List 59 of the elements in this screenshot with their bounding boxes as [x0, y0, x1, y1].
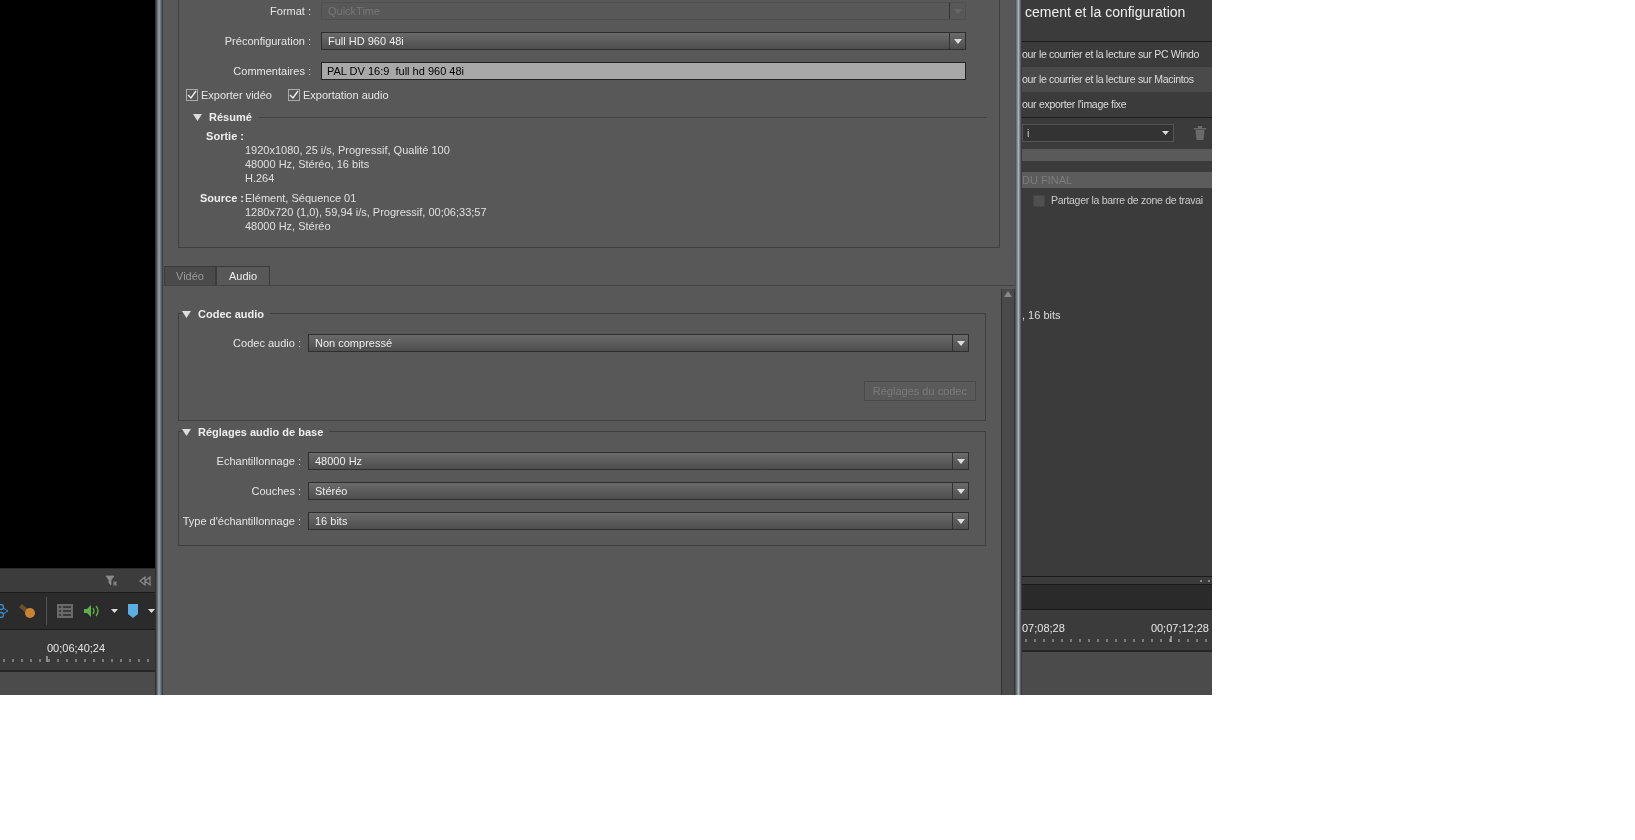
field-label: Type d'échantillonnage : — [181, 513, 302, 529]
dropdown[interactable]: Stéréo — [308, 482, 969, 500]
preset-item[interactable]: our le courrier et la lecture sur Macintos — [1022, 67, 1212, 92]
disclosure-triangle-icon[interactable] — [182, 427, 191, 437]
dropdown[interactable]: 48000 Hz — [308, 452, 969, 470]
summary-text: , 16 bits — [1022, 307, 1061, 323]
caret-icon[interactable] — [148, 609, 155, 613]
field-label: Format : — [269, 3, 312, 19]
timecode: 00;06;40;24 — [47, 640, 106, 656]
checkbox-label: Partager la barre de zone de travai — [1051, 193, 1203, 209]
section-title: Réglages audio de base — [198, 424, 324, 440]
field-label: Commentaires : — [232, 63, 312, 79]
disclosure-triangle-icon[interactable] — [182, 309, 191, 319]
timecode: 07;08;28 — [1022, 620, 1065, 636]
dropdown-value: i — [1027, 125, 1030, 141]
scrollbar-track[interactable] — [1001, 289, 1015, 695]
filter-icon[interactable] — [105, 574, 117, 587]
comment-field[interactable]: PAL DV 16:9 full hd 960 48i — [321, 62, 966, 80]
field-label: Couches : — [250, 483, 302, 499]
caret-icon — [956, 488, 965, 494]
timecode: 00;07;12;28 — [1150, 620, 1209, 636]
grip-icon[interactable] — [1200, 579, 1210, 582]
tab[interactable]: Vidéo — [164, 266, 216, 285]
dropdown[interactable]: 16 bits — [308, 512, 969, 530]
summary-label: Sortie : — [205, 129, 244, 143]
summary-label: Source : — [199, 191, 244, 205]
tab[interactable]: Audio — [216, 266, 270, 285]
caret-icon — [956, 518, 965, 524]
checkbox[interactable] — [186, 89, 198, 101]
caret-icon — [956, 458, 965, 464]
dropdown[interactable]: Full HD 960 48i — [321, 32, 966, 50]
dropdown[interactable]: Non compressé — [308, 334, 969, 352]
scissors-icon[interactable] — [0, 604, 8, 618]
disclosure-triangle-icon[interactable] — [193, 112, 202, 122]
caret-icon — [953, 38, 962, 44]
summary-text: 1280x720 (1,0), 59,94 i/s, Progressif, 00;06;33;57 — [244, 205, 488, 219]
caret-icon[interactable] — [111, 609, 118, 613]
preset-dropdown[interactable]: i — [1022, 124, 1174, 142]
section-title: Résumé — [209, 109, 252, 125]
caret-icon — [956, 340, 965, 346]
summary-text: 1920x1080, 25 i/s, Progressif, Qualité 100 — [244, 143, 451, 157]
checkbox[interactable] — [287, 89, 300, 101]
binoculars-icon[interactable] — [18, 603, 36, 619]
speaker-icon[interactable] — [83, 604, 101, 618]
marker-icon[interactable] — [128, 604, 138, 618]
summary-text: 48000 Hz, Stéréo — [244, 219, 332, 233]
section-title: Codec audio — [198, 306, 264, 322]
panel-title: cement et la configuration — [1025, 3, 1186, 22]
summary-text: 48000 Hz, Stéréo, 16 bits — [244, 157, 371, 171]
checkbox-label: Exportation audio — [302, 87, 389, 103]
collapse-icon[interactable] — [139, 575, 151, 586]
scroll-up-icon[interactable] — [1004, 291, 1012, 297]
field-label: Préconfiguration : — [223, 33, 312, 49]
field-label: Codec audio : — [232, 335, 302, 351]
summary-text: Elément, Séquence 01 — [244, 191, 357, 205]
caret-icon — [1162, 131, 1169, 135]
summary-text: H.264 — [244, 171, 276, 185]
field-label: Echantillonnage : — [215, 453, 302, 469]
checkbox-label: Exporter vidéo — [201, 87, 272, 103]
